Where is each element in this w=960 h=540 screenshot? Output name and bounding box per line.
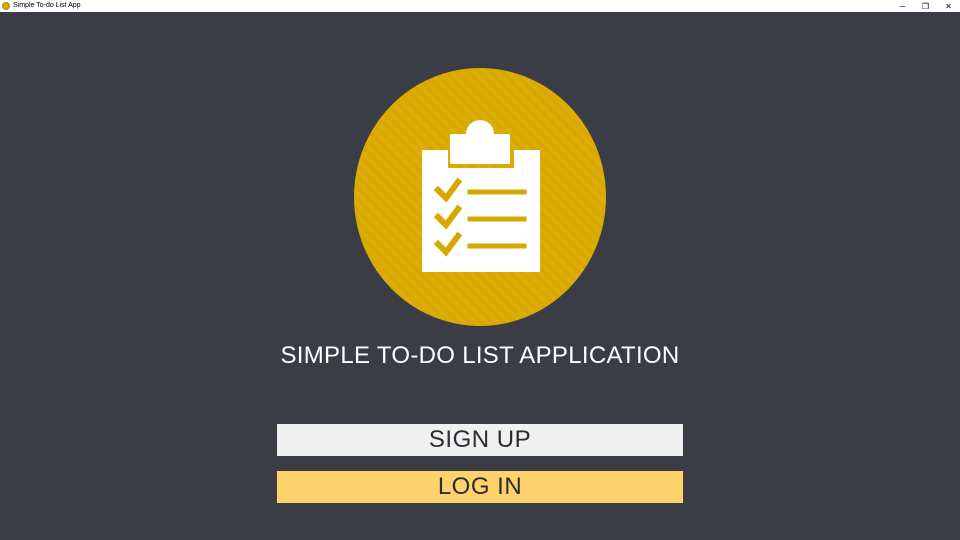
title-bar[interactable]: Simple To-do List App ─ ❐ ✕: [0, 0, 960, 12]
minimize-button[interactable]: ─: [891, 0, 914, 12]
app-icon: [2, 2, 10, 10]
close-icon: ✕: [945, 1, 952, 11]
minimize-icon: ─: [899, 1, 906, 11]
sign-up-button[interactable]: SIGN UP: [277, 424, 683, 456]
app-window: Simple To-do List App ─ ❐ ✕ SIMPLE TO-DO…: [0, 0, 960, 540]
app-title: SIMPLE TO-DO LIST APPLICATION: [280, 342, 680, 369]
clipboard-checklist-icon: [354, 68, 606, 326]
window-controls: ─ ❐ ✕: [891, 0, 960, 12]
restore-button[interactable]: ❐: [914, 0, 937, 12]
restore-icon: ❐: [921, 1, 930, 11]
log-in-button[interactable]: LOG IN: [277, 471, 683, 503]
close-button[interactable]: ✕: [937, 0, 960, 12]
window-title: Simple To-do List App: [13, 2, 81, 9]
